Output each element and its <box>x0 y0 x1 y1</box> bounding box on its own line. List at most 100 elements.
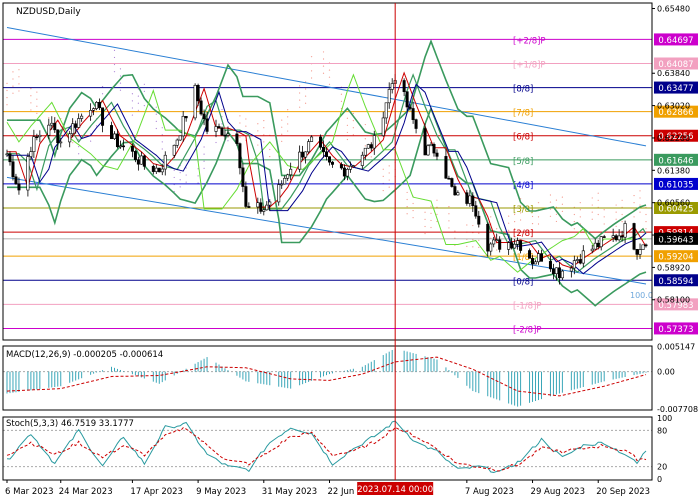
candle-body <box>298 151 302 170</box>
candle-body <box>163 154 167 170</box>
murrey-level-label: [-1/8]P <box>513 301 542 311</box>
cloud-dot <box>6 82 8 84</box>
cloud-dot <box>113 49 116 51</box>
candle-body <box>92 108 96 111</box>
cloud-dot <box>185 181 187 183</box>
date-tick-label: 22 Jun <box>327 487 354 497</box>
cloud-dot <box>597 199 599 201</box>
cloud-dot <box>30 102 32 104</box>
cloud-dot <box>388 186 390 188</box>
candle-body <box>304 151 308 158</box>
price-tag: 0.63477 <box>654 81 698 94</box>
candle-body <box>56 129 60 144</box>
date-tick-label: 20 Sep 2023 <box>596 487 650 497</box>
candle-body <box>426 145 430 156</box>
candle-body <box>160 168 164 173</box>
candle-body <box>205 118 209 132</box>
candle-body <box>77 118 81 128</box>
candle-body <box>307 141 311 153</box>
candle-body <box>241 167 245 187</box>
stoch-tick-label: 20 <box>657 463 667 472</box>
cloud-dot <box>6 89 8 92</box>
date-tick-label: 29 Aug 2023 <box>531 487 585 497</box>
cloud-dot <box>36 112 38 114</box>
candle-body <box>118 145 122 148</box>
cloud-dot <box>155 120 157 122</box>
candle-body <box>486 223 490 252</box>
price-tag-text: 0.61646 <box>658 156 693 166</box>
candle-body <box>193 84 197 119</box>
cloud-dot <box>466 224 468 226</box>
candle-body <box>112 133 116 140</box>
cloud-dot <box>430 205 432 207</box>
candle-body <box>632 223 636 250</box>
candle-body <box>471 195 475 206</box>
candle-body <box>593 242 597 250</box>
candle-body <box>181 115 185 137</box>
cloud-dot <box>615 204 617 206</box>
candle-body <box>133 151 137 161</box>
cloud-dot <box>615 225 617 227</box>
murrey-level-label: [+1/8]P <box>513 60 546 70</box>
cloud-dot <box>161 141 163 143</box>
cloud-dot <box>478 246 480 248</box>
candle-body <box>286 174 290 179</box>
cloud-dot <box>304 88 307 90</box>
cloud-dot <box>561 203 563 205</box>
cloud-dot <box>287 109 289 111</box>
cloud-dot <box>490 216 492 218</box>
cloud-dot <box>322 72 325 74</box>
candle-body <box>5 153 9 156</box>
cloud-dot <box>131 107 134 109</box>
cloud-dot <box>364 145 366 147</box>
cloud-dot <box>352 112 354 115</box>
chart-window: [+2/8]P 0.64697 [+1/8]P 0.64087 [8/8] 0.63477… <box>0 0 700 500</box>
candle-body <box>369 144 373 149</box>
candle-body <box>477 215 481 225</box>
cloud-dot <box>137 95 139 97</box>
candle-body <box>277 184 281 203</box>
cloud-dot <box>239 115 241 117</box>
candle-body <box>560 270 564 279</box>
cloud-dot <box>257 130 259 132</box>
cloud-dot <box>549 194 552 196</box>
cloud-dot <box>412 202 414 205</box>
candle-body <box>17 183 21 191</box>
cloud-dot <box>185 160 187 162</box>
cloud-dot <box>573 221 575 223</box>
candle-body <box>199 100 203 115</box>
candle-body <box>468 195 472 204</box>
cloud-dot <box>406 191 408 194</box>
cloud-dot <box>299 99 301 101</box>
candle-body <box>372 135 376 149</box>
cloud-dot <box>30 88 32 90</box>
cloud-dot <box>12 78 14 80</box>
candle-body <box>411 108 415 120</box>
candle-body <box>310 136 314 142</box>
cloud-dot <box>78 153 80 155</box>
candle-body <box>539 253 543 262</box>
date-tick-label: 9 May 2023 <box>196 487 246 497</box>
cloud-dot <box>155 106 157 108</box>
cloud-dot <box>269 156 271 158</box>
candle-body <box>537 253 541 263</box>
cloud-dot <box>263 141 265 143</box>
candle-body <box>414 119 418 129</box>
cloud-dot <box>603 216 605 218</box>
cloud-dot <box>424 225 426 228</box>
stoch-tick-label: 80 <box>657 426 667 435</box>
cloud-dot <box>12 85 14 87</box>
cloud-dot <box>328 76 331 78</box>
candle-body <box>136 159 140 165</box>
candle-body <box>575 259 579 261</box>
cloud-dot <box>472 224 474 227</box>
candle-body <box>513 243 517 249</box>
candle-body <box>510 242 514 249</box>
cloud-dot <box>328 69 331 71</box>
cloud-dot <box>478 239 480 241</box>
cloud-dot <box>340 100 343 102</box>
cloud-dot <box>322 65 325 67</box>
date-tick-label: 31 May 2023 <box>262 487 317 497</box>
candle-body <box>381 117 385 136</box>
cloud-dot <box>424 232 426 235</box>
